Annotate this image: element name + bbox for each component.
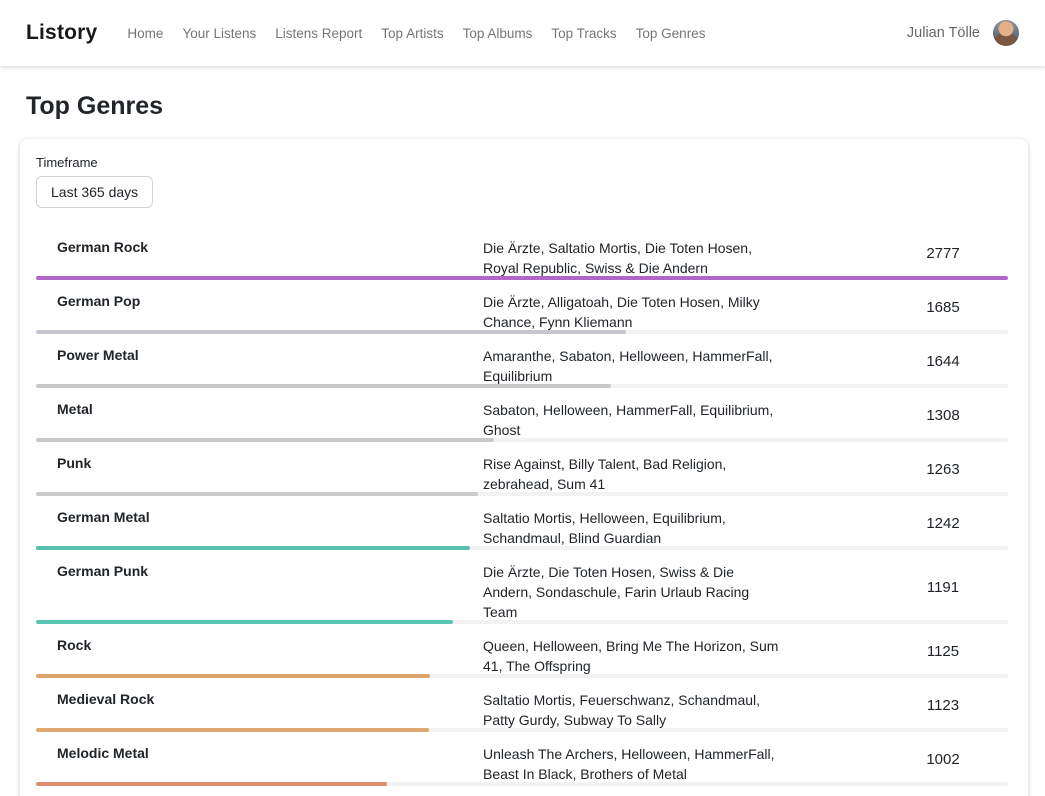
nav-item-top-tracks[interactable]: Top Tracks (551, 26, 616, 41)
genre-row: German MetalSaltatio Mortis, Helloween, … (36, 496, 1008, 550)
genre-count: 1191 (878, 550, 1008, 624)
genre-name: Medieval Rock (36, 678, 483, 732)
genre-count: 1685 (878, 280, 1008, 334)
main-content: Top Genres Timeframe Last 365 days Germa… (0, 66, 1045, 796)
user-area: Julian Tölle (907, 20, 1019, 46)
genre-count: 1125 (878, 624, 1008, 678)
genre-name: German Pop (36, 280, 483, 334)
genre-count: 1002 (878, 732, 1008, 786)
genre-count: 1308 (878, 388, 1008, 442)
genre-name: Power Metal (36, 334, 483, 388)
genre-artists: Amaranthe, Sabaton, Helloween, HammerFal… (483, 334, 783, 388)
genre-name: Rock (36, 624, 483, 678)
genres-table: German RockDie Ärzte, Saltatio Mortis, D… (36, 226, 1008, 796)
genre-artists: Die Ärzte, Alligatoah, Die Toten Hosen, … (483, 280, 783, 334)
genre-name: Melodic Metal (36, 732, 483, 786)
brand-logo[interactable]: Listory (26, 21, 97, 45)
genre-name: German Metal (36, 496, 483, 550)
genre-row: RockQueen, Helloween, Bring Me The Horiz… (36, 624, 1008, 678)
nav-item-top-genres[interactable]: Top Genres (636, 26, 706, 41)
genre-count: 1242 (878, 496, 1008, 550)
genre-row: Medieval RockSaltatio Mortis, Feuerschwa… (36, 678, 1008, 732)
genre-row: PunkRise Against, Billy Talent, Bad Reli… (36, 442, 1008, 496)
genre-row: German PopDie Ärzte, Alligatoah, Die Tot… (36, 280, 1008, 334)
genre-artists: Rise Against, Billy Talent, Bad Religion… (483, 442, 783, 496)
genre-artists: Die Ärzte, Saltatio Mortis, Die Toten Ho… (483, 226, 783, 280)
genre-artists: Sabaton, Helloween, HammerFall, Equilibr… (483, 388, 783, 442)
timeframe-label: Timeframe (36, 155, 1008, 170)
nav-item-top-albums[interactable]: Top Albums (463, 26, 533, 41)
genre-artists: Unleash The Archers, Helloween, HammerFa… (483, 732, 783, 786)
genre-name: Punk (36, 442, 483, 496)
genre-name: German Rock (36, 226, 483, 280)
genre-count: 1123 (878, 678, 1008, 732)
nav-item-your-listens[interactable]: Your Listens (182, 26, 256, 41)
genres-card: Timeframe Last 365 days German RockDie Ä… (20, 139, 1028, 796)
genre-row: Power MetalAmaranthe, Sabaton, Helloween… (36, 334, 1008, 388)
genre-count: 1263 (878, 442, 1008, 496)
genre-artists: Die Ärzte, Die Toten Hosen, Swiss & Die … (483, 550, 783, 624)
avatar[interactable] (993, 20, 1019, 46)
top-nav: Listory Home Your Listens Listens Report… (0, 0, 1045, 66)
genre-row: German PunkDie Ärzte, Die Toten Hosen, S… (36, 550, 1008, 624)
nav-item-home[interactable]: Home (127, 26, 163, 41)
page-title: Top Genres (26, 92, 1045, 121)
user-name[interactable]: Julian Tölle (907, 25, 980, 41)
genre-artists: Saltatio Mortis, Feuerschwanz, Schandmau… (483, 678, 783, 732)
genre-row: German IndieBukahara, Käptn Peng, KYTES,… (36, 786, 1008, 796)
genre-count: 926 (878, 786, 1008, 796)
nav-item-top-artists[interactable]: Top Artists (381, 26, 443, 41)
genre-name: Metal (36, 388, 483, 442)
timeframe-select[interactable]: Last 365 days (36, 176, 153, 208)
genre-artists: Bukahara, Käptn Peng, KYTES, Von Wegen L… (483, 786, 783, 796)
timeframe-control: Timeframe Last 365 days (36, 155, 1008, 208)
genre-row: MetalSabaton, Helloween, HammerFall, Equ… (36, 388, 1008, 442)
nav-item-listens-report[interactable]: Listens Report (275, 26, 362, 41)
genre-artists: Queen, Helloween, Bring Me The Horizon, … (483, 624, 783, 678)
genre-count: 1644 (878, 334, 1008, 388)
genre-count: 2777 (878, 226, 1008, 280)
genre-name: German Punk (36, 550, 483, 624)
genre-row: Melodic MetalUnleash The Archers, Hellow… (36, 732, 1008, 786)
genre-name: German Indie (36, 786, 483, 796)
genre-artists: Saltatio Mortis, Helloween, Equilibrium,… (483, 496, 783, 550)
genre-row: German RockDie Ärzte, Saltatio Mortis, D… (36, 226, 1008, 280)
main-nav: Home Your Listens Listens Report Top Art… (127, 26, 705, 41)
